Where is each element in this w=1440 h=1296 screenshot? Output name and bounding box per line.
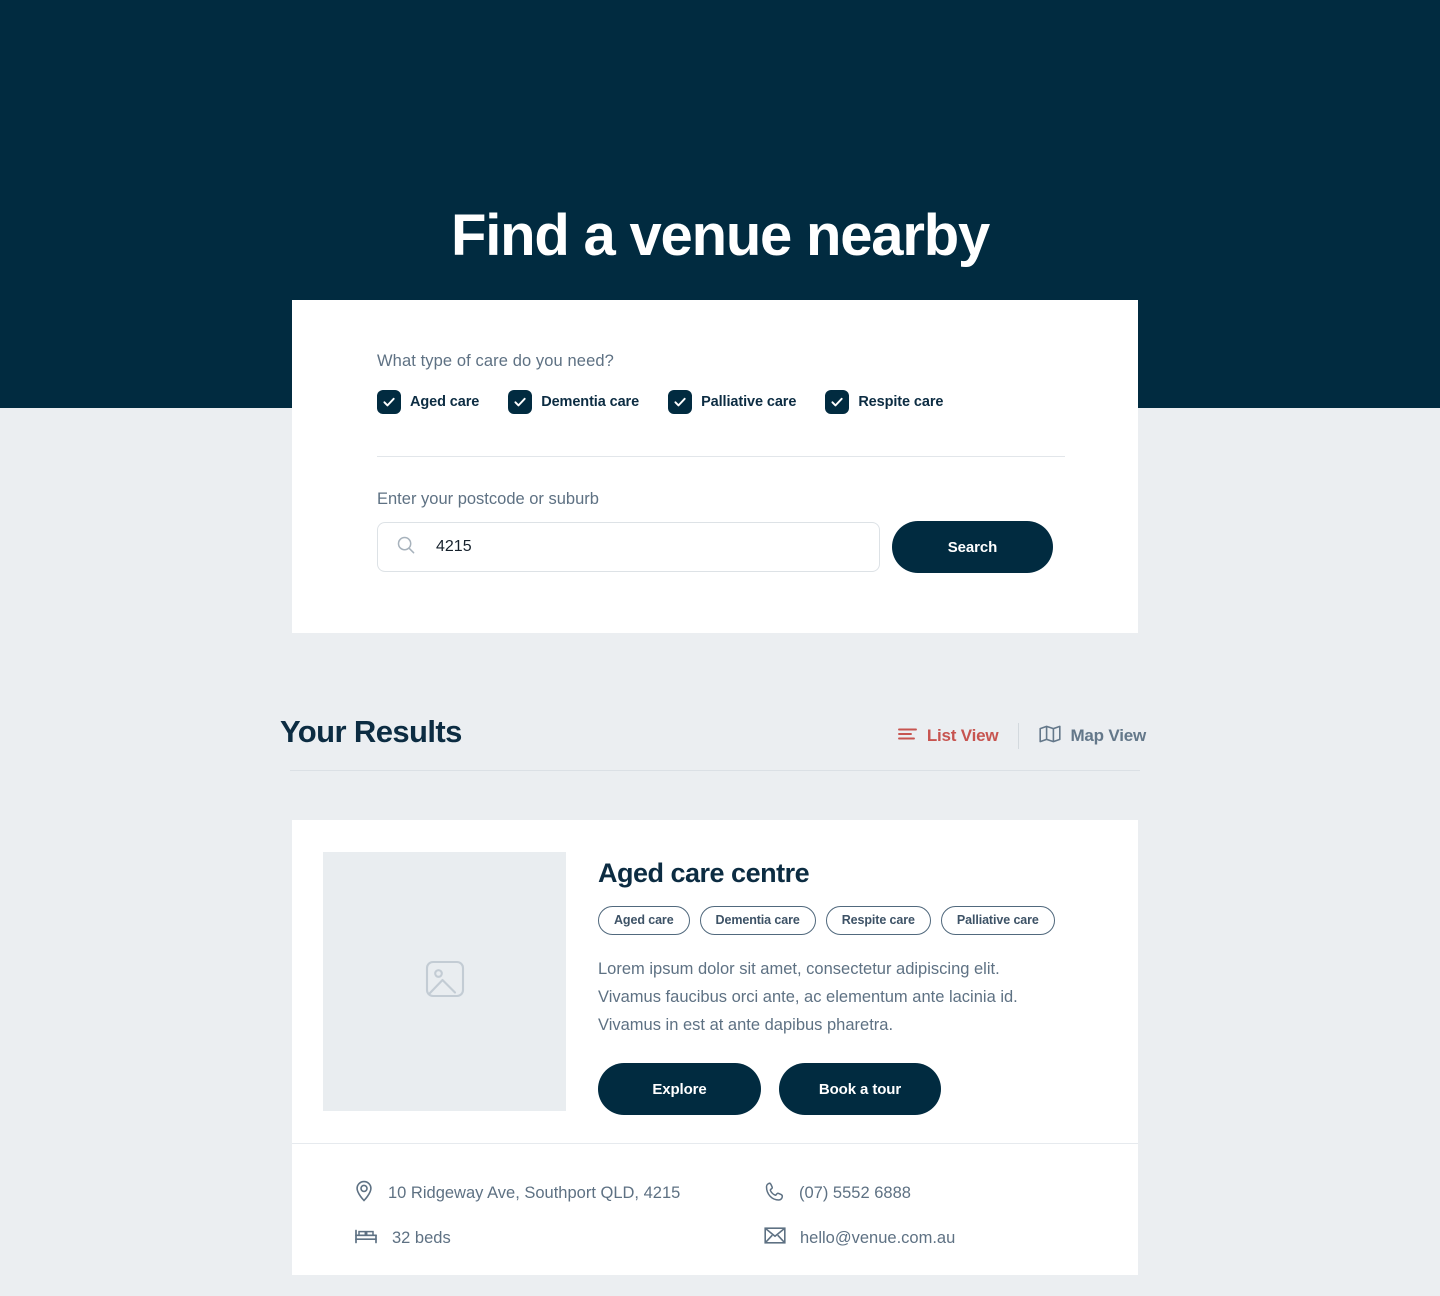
list-icon [897, 727, 918, 746]
venue-beds: 32 beds [354, 1226, 764, 1250]
image-placeholder-icon [422, 956, 468, 1007]
venue-email-text: hello@venue.com.au [800, 1228, 956, 1247]
venue-tag: Respite care [825, 906, 931, 935]
view-toggle-group: List View Map View [897, 723, 1146, 749]
page-root: Find a venue nearby What type of care do… [0, 0, 1440, 1296]
venue-result-card[interactable]: Aged care centre Aged care Dementia care… [292, 820, 1138, 1275]
panel-divider [377, 456, 1065, 457]
care-option-label: Dementia care [541, 394, 640, 410]
venue-contact-info: 10 Ridgeway Ave, Southport QLD, 4215 (07… [292, 1144, 1138, 1250]
care-option-aged-care[interactable]: Aged care [377, 390, 479, 414]
search-button[interactable]: Search [892, 521, 1053, 573]
tab-list-view-label: List View [926, 726, 999, 745]
search-row: Search [377, 521, 1053, 573]
venue-tag: Dementia care [699, 906, 816, 935]
venue-description: Lorem ipsum dolor sit amet, consectetur … [598, 960, 1018, 1034]
venue-thumbnail [323, 852, 566, 1111]
checkbox-checked-icon[interactable] [825, 390, 850, 414]
checkbox-checked-icon[interactable] [668, 390, 693, 414]
care-option-label: Respite care [858, 394, 944, 410]
care-type-question: What type of care do you need? [377, 352, 614, 370]
venue-details: Aged care centre Aged care Dementia care… [598, 858, 1098, 1115]
checkbox-checked-icon[interactable] [508, 390, 533, 414]
care-option-respite-care[interactable]: Respite care [825, 390, 943, 414]
results-divider [290, 770, 1140, 771]
venue-card-top: Aged care centre Aged care Dementia care… [292, 820, 1138, 1143]
postcode-input[interactable] [436, 538, 836, 556]
location-pin-icon [354, 1180, 374, 1207]
toggle-separator [1018, 723, 1020, 749]
venue-phone: (07) 5552 6888 [764, 1180, 1138, 1207]
care-type-options: Aged care Dementia care Palliative care … [377, 390, 972, 414]
venue-action-buttons: Explore Book a tour [598, 1063, 1098, 1115]
venue-name: Aged care centre [598, 858, 810, 888]
search-input-wrapper[interactable] [377, 522, 880, 572]
care-option-palliative-care[interactable]: Palliative care [668, 390, 796, 414]
venue-tag: Aged care [598, 906, 690, 935]
page-title: Find a venue nearby [450, 203, 990, 268]
bed-icon [354, 1226, 378, 1250]
results-header: Your Results List View Map View [280, 712, 1160, 772]
venue-phone-text: (07) 5552 6888 [799, 1184, 911, 1202]
care-option-label: Palliative care [701, 394, 797, 410]
results-title: Your Results [280, 714, 462, 749]
book-a-tour-button[interactable]: Book a tour [779, 1063, 941, 1115]
tab-list-view[interactable]: List View [897, 726, 999, 746]
venue-beds-text: 32 beds [392, 1228, 451, 1247]
venue-tag-list: Aged care Dementia care Respite care Pal… [598, 906, 1098, 935]
venue-address: 10 Ridgeway Ave, Southport QLD, 4215 [354, 1180, 764, 1207]
venue-tag: Palliative care [940, 906, 1055, 935]
care-option-dementia-care[interactable]: Dementia care [508, 390, 639, 414]
postcode-label: Enter your postcode or suburb [377, 490, 599, 508]
tab-map-view[interactable]: Map View [1039, 725, 1146, 748]
explore-button[interactable]: Explore [598, 1063, 761, 1115]
venue-email: hello@venue.com.au [764, 1226, 1138, 1250]
checkbox-checked-icon[interactable] [377, 390, 401, 414]
map-icon [1039, 725, 1062, 748]
phone-icon [764, 1181, 785, 1207]
search-panel: What type of care do you need? Aged care… [292, 300, 1138, 633]
venue-address-text: 10 Ridgeway Ave, Southport QLD, 4215 [388, 1184, 681, 1202]
care-option-label: Aged care [410, 394, 480, 410]
search-icon [396, 535, 416, 560]
envelope-icon [764, 1226, 786, 1250]
tab-map-view-label: Map View [1070, 726, 1146, 745]
